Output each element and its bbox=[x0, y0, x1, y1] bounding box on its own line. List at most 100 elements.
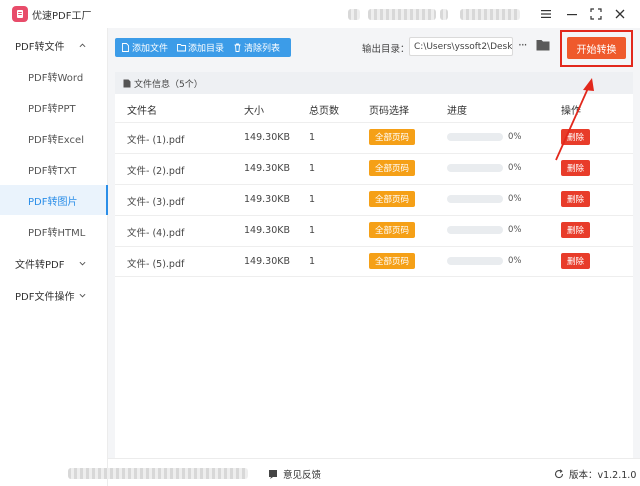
file-size: 149.30KB bbox=[244, 163, 290, 174]
sidebar-item-label: PDF转Word bbox=[28, 72, 84, 84]
delete-button[interactable]: 删除 bbox=[561, 191, 590, 207]
column-header-progress: 进度 bbox=[447, 106, 467, 117]
delete-button[interactable]: 删除 bbox=[561, 160, 590, 176]
sidebar-group-pdf-to-file[interactable]: PDF转文件 bbox=[0, 30, 108, 60]
file-name: 文件- (4).pdf bbox=[127, 228, 185, 239]
column-header-size: 大小 bbox=[244, 106, 264, 117]
page-count: 1 bbox=[309, 163, 316, 174]
blurred-watermark-area bbox=[68, 468, 248, 479]
progress-bar bbox=[447, 195, 503, 203]
chevron-down-icon bbox=[79, 261, 86, 266]
main-area: 添加文件 添加目录 清除列表 输出目录： C:\Users\yssoft2\De… bbox=[108, 28, 640, 486]
version-info: 版本：v1.2.1.0 bbox=[554, 467, 636, 481]
column-header-action: 操作 bbox=[561, 106, 581, 117]
page-select-button[interactable]: 全部页码 bbox=[369, 191, 415, 207]
file-name: 文件- (1).pdf bbox=[127, 135, 185, 146]
progress-bar bbox=[447, 164, 503, 172]
page-select-button[interactable]: 全部页码 bbox=[369, 129, 415, 145]
sidebar-item-label: PDF转HTML bbox=[28, 227, 86, 239]
browse-more-button[interactable]: ··· bbox=[518, 38, 528, 52]
sidebar-item-pdf-to-html[interactable]: PDF转HTML bbox=[0, 216, 108, 246]
sidebar-item-pdf-to-txt[interactable]: PDF转TXT bbox=[0, 154, 108, 184]
sidebar-item-label: PDF转TXT bbox=[28, 165, 77, 177]
open-folder-icon[interactable] bbox=[536, 39, 550, 51]
table-row: 文件- (4).pdf 149.30KB 1 全部页码 0% 删除 bbox=[115, 215, 633, 246]
minimize-icon[interactable] bbox=[564, 6, 580, 22]
progress-percent: 0% bbox=[508, 225, 522, 235]
sidebar-item-label: PDF转图片 bbox=[28, 196, 78, 208]
title-bar: 优速PDF工厂 bbox=[0, 0, 640, 28]
blurred-account-area bbox=[348, 9, 360, 20]
page-select-button[interactable]: 全部页码 bbox=[369, 160, 415, 176]
page-select-button[interactable]: 全部页码 bbox=[369, 222, 415, 238]
file-icon bbox=[122, 43, 129, 52]
table-row: 文件- (1).pdf 149.30KB 1 全部页码 0% 删除 bbox=[115, 122, 633, 153]
add-file-button[interactable]: 添加文件 bbox=[115, 38, 171, 57]
file-size: 149.30KB bbox=[244, 256, 290, 267]
table-header: 文件名 大小 总页数 页码选择 进度 操作 bbox=[115, 94, 633, 122]
table-row: 文件- (5).pdf 149.30KB 1 全部页码 0% 删除 bbox=[115, 246, 633, 277]
page-count: 1 bbox=[309, 132, 316, 143]
progress-percent: 0% bbox=[508, 163, 522, 173]
status-bar: 意见反馈 版本：v1.2.1.0 bbox=[68, 458, 640, 486]
file-info-label: 文件信息（5个） bbox=[134, 79, 203, 90]
file-info-bar: 文件信息（5个） bbox=[115, 72, 633, 94]
file-size: 149.30KB bbox=[244, 132, 290, 143]
progress-percent: 0% bbox=[508, 256, 522, 266]
folder-icon bbox=[177, 44, 186, 52]
refresh-icon bbox=[554, 469, 564, 479]
page-select-button[interactable]: 全部页码 bbox=[369, 253, 415, 269]
progress-bar bbox=[447, 226, 503, 234]
sidebar-item-pdf-to-ppt[interactable]: PDF转PPT bbox=[0, 92, 108, 122]
sidebar-item-pdf-to-excel[interactable]: PDF转Excel bbox=[0, 123, 108, 153]
output-path-field[interactable]: C:\Users\yssoft2\Deskt bbox=[409, 37, 513, 56]
clear-list-button[interactable]: 清除列表 bbox=[227, 38, 283, 57]
feedback-label: 意见反馈 bbox=[283, 470, 322, 481]
blurred-account-area bbox=[368, 9, 436, 20]
file-toolbar: 添加文件 添加目录 清除列表 bbox=[115, 38, 291, 57]
trash-icon bbox=[234, 43, 241, 52]
maximize-icon[interactable] bbox=[588, 6, 604, 22]
feedback-button[interactable]: 意见反馈 bbox=[268, 467, 321, 481]
file-size: 149.30KB bbox=[244, 194, 290, 205]
delete-button[interactable]: 删除 bbox=[561, 222, 590, 238]
sidebar: PDF转文件 PDF转Word PDF转PPT PDF转Excel PDF转TX… bbox=[0, 28, 108, 486]
table-row: 文件- (2).pdf 149.30KB 1 全部页码 0% 删除 bbox=[115, 153, 633, 184]
page-count: 1 bbox=[309, 256, 316, 267]
app-logo-icon bbox=[12, 6, 28, 22]
sidebar-item-pdf-to-image[interactable]: PDF转图片 bbox=[0, 185, 108, 215]
app-title: 优速PDF工厂 bbox=[32, 11, 92, 22]
feedback-icon bbox=[269, 470, 277, 479]
delete-button[interactable]: 删除 bbox=[561, 253, 590, 269]
progress-bar bbox=[447, 133, 503, 141]
page-count: 1 bbox=[309, 225, 316, 236]
clear-list-label: 清除列表 bbox=[244, 44, 281, 54]
file-name: 文件- (2).pdf bbox=[127, 166, 185, 177]
table-row: 文件- (3).pdf 149.30KB 1 全部页码 0% 删除 bbox=[115, 184, 633, 215]
progress-bar bbox=[447, 257, 503, 265]
column-header-page-select: 页码选择 bbox=[369, 106, 409, 117]
sidebar-group-label: 文件转PDF bbox=[15, 259, 65, 271]
start-button-highlight: 开始转换 bbox=[560, 30, 633, 67]
version-label: 版本：v1.2.1.0 bbox=[569, 470, 637, 481]
file-name: 文件- (3).pdf bbox=[127, 197, 185, 208]
sidebar-item-pdf-to-word[interactable]: PDF转Word bbox=[0, 61, 108, 91]
progress-percent: 0% bbox=[508, 132, 522, 142]
close-icon[interactable] bbox=[612, 6, 628, 22]
sidebar-item-label: PDF转Excel bbox=[28, 134, 84, 146]
start-convert-button[interactable]: 开始转换 bbox=[567, 37, 626, 59]
sidebar-group-label: PDF转文件 bbox=[15, 41, 65, 53]
page-count: 1 bbox=[309, 194, 316, 205]
add-directory-button[interactable]: 添加目录 bbox=[171, 38, 227, 57]
add-file-label: 添加文件 bbox=[132, 44, 169, 54]
sidebar-group-pdf-operations[interactable]: PDF文件操作 bbox=[0, 280, 108, 310]
sidebar-item-label: PDF转PPT bbox=[28, 103, 76, 115]
chevron-down-icon bbox=[79, 293, 86, 298]
sidebar-group-file-to-pdf[interactable]: 文件转PDF bbox=[0, 248, 108, 278]
file-list-panel: 文件信息（5个） 文件名 大小 总页数 页码选择 进度 操作 文件- (1).p… bbox=[115, 72, 633, 476]
add-directory-label: 添加目录 bbox=[188, 44, 225, 54]
blurred-account-area bbox=[440, 9, 448, 20]
progress-percent: 0% bbox=[508, 194, 522, 204]
delete-button[interactable]: 删除 bbox=[561, 129, 590, 145]
menu-icon[interactable] bbox=[538, 6, 554, 22]
